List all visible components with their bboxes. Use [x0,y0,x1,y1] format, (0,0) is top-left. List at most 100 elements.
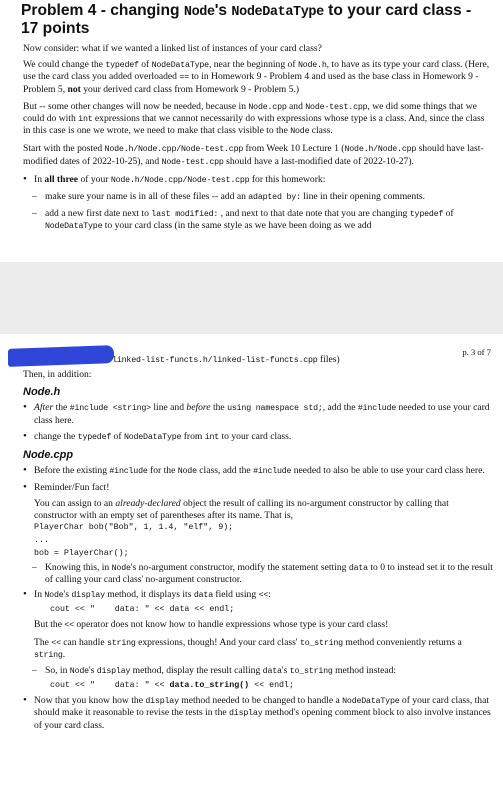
para-consider: Now consider: what if we wanted a linked… [23,43,322,54]
text-run: needed to also be able to use your card … [291,465,485,477]
text-run: method, it displays its [104,589,194,601]
text-run: not [67,83,81,95]
text-run: , near the beginning of [208,59,298,71]
text-run: display [71,591,105,601]
text-run: change the [34,430,78,442]
text-run: 's [281,665,290,677]
text-run: to your card class. [219,430,292,442]
text-run: add a new first date next to [45,208,152,220]
page-gap [0,262,503,334]
text-run: But the [34,619,65,631]
text-run: typedef [77,432,112,442]
text-run: display [96,667,131,677]
text-run: method needed to be changed to handle a [178,695,343,707]
text-run: << [64,621,74,631]
text-run: You can assign to an [34,498,116,510]
text-run: line in their opening comments. [300,191,426,203]
text-run: expressions, though! And your card class… [135,636,300,648]
text-run: display [229,709,263,719]
text-run: to_string [299,638,343,648]
text-run: , and next to that date note that you ar… [218,208,410,220]
text-run: typedef [409,210,444,220]
para-but-operator: But the << operator does not know how to… [23,619,493,631]
dash-list-knowing: Knowing this, in Node's no-argument cons… [23,562,493,585]
text-run: all three [44,173,79,185]
text-run: adapted by: [248,193,301,203]
text-run: already-declared [115,498,181,510]
bullet-change-typedef: change the typedef of NodeDataType from … [23,431,493,443]
para-start-with: Start with the posted Node.h/Node.cpp/No… [23,143,492,167]
para-change-typedef: We could change the typedef of NodeDataT… [23,59,492,95]
dash-add-name: make sure your name is in all of these f… [23,191,492,203]
bullet-before-include: Before the existing #include for the Nod… [23,465,493,477]
text-run: can handle [60,636,107,648]
text-run: We could change the [23,59,106,71]
dash-so-display: So, in Node's display method, display th… [23,665,493,677]
text-run: to your card class (in the same style as… [102,220,372,232]
bullet-list-page1: In all three of your Node.h/Node.cpp/Nod… [23,174,492,186]
bullet-display-method: In Node's display method, it displays it… [23,589,493,601]
text-run: from [181,430,205,442]
text-run: NodeDataType [123,432,182,442]
para-the-operator: The << can handle string expressions, th… [23,637,493,661]
node-h-list: After the #include <string> line and bef… [23,402,493,443]
page-2: p. 3 of 7 functions to the linked-list-f… [0,334,503,793]
text-run: But -- some other changes will now be ne… [23,100,249,112]
text-run: class, add the [196,465,254,477]
text-run: Now that you know how the [34,695,146,707]
text-run: int [204,432,220,442]
text-run: NodeDataType [45,222,103,232]
text-run: class. [309,125,333,137]
text-run: of [138,59,152,71]
code-cout-to-string: cout << " data: " << data.to_string() <<… [50,681,294,691]
text-run: the [210,402,228,414]
heading-node-cpp: Node.cpp [23,449,74,462]
text-run: The [34,636,52,648]
para-but-changes: But -- some other changes will now be ne… [23,101,492,138]
heading-node-h: Node.h [23,386,61,399]
text-run: of [111,430,124,442]
text-run: Node [177,467,197,477]
text-run: method, display the result calling [130,665,263,677]
text-run: linked-list-functs.h/linked-list-functs.… [112,356,318,365]
text-run: Start with the posted [23,143,105,155]
text-run: for the [147,465,178,477]
text-run: #include [357,404,397,414]
text-run: NodeDataType [342,697,400,707]
problem-title: Problem 4 - changing Node's NodeDataType… [21,2,472,37]
text-run: int [78,115,93,125]
redaction-mark [8,345,114,367]
text-run: Node.h [297,61,327,71]
text-run: of [443,208,454,220]
text-run: Node-test.cpp [161,157,224,167]
code-playerchar-decl: PlayerChar bob("Bob", 1, 1.4, "elf", 9); [34,522,234,532]
bullet-now-that: Now that you know how the display method… [23,695,493,731]
text-run: Before the existing [34,465,110,477]
text-run: your derived card class from Homework 9 … [80,83,300,95]
text-run: string [34,650,63,660]
text-run: using namespace std; [227,404,323,414]
display-list: In Node's display method, it displays it… [23,589,493,601]
code-ellipsis: ... [34,535,49,545]
bullet-reminder: Reminder/Fun fact! [23,482,493,493]
text-run: 's no-argument constructor, modify the s… [130,561,349,573]
text-run: from Week 10 Lecture 1 ( [243,143,345,155]
text-run: operator does not know how to handle exp… [73,619,389,631]
para-fun-fact: You can assign to an already-declared ob… [23,498,493,520]
text-run: data [193,591,213,601]
text-run: before [186,402,211,414]
text-run: should have a last-modified date of 2022… [223,155,414,167]
text-run: make sure your name is in all of these f… [45,191,249,203]
node-cpp-list: Before the existing #include for the Nod… [23,465,493,494]
text-run: data [262,667,282,677]
text-run: 's [88,665,97,677]
text-run: Node.h/Node.cpp [344,145,417,155]
text-run: Node [111,563,131,573]
final-list: Now that you know how the display method… [23,695,493,731]
text-run: of your [78,173,111,185]
text-run: typedef [105,61,139,71]
dash-list-page1: make sure your name is in all of these f… [23,191,492,233]
text-run: Node.h/Node.cpp/Node-test.cpp [110,175,250,185]
text-run: method conveniently returns a [342,636,462,648]
code-cout-data: cout << " data: " << data << endl; [50,605,235,615]
